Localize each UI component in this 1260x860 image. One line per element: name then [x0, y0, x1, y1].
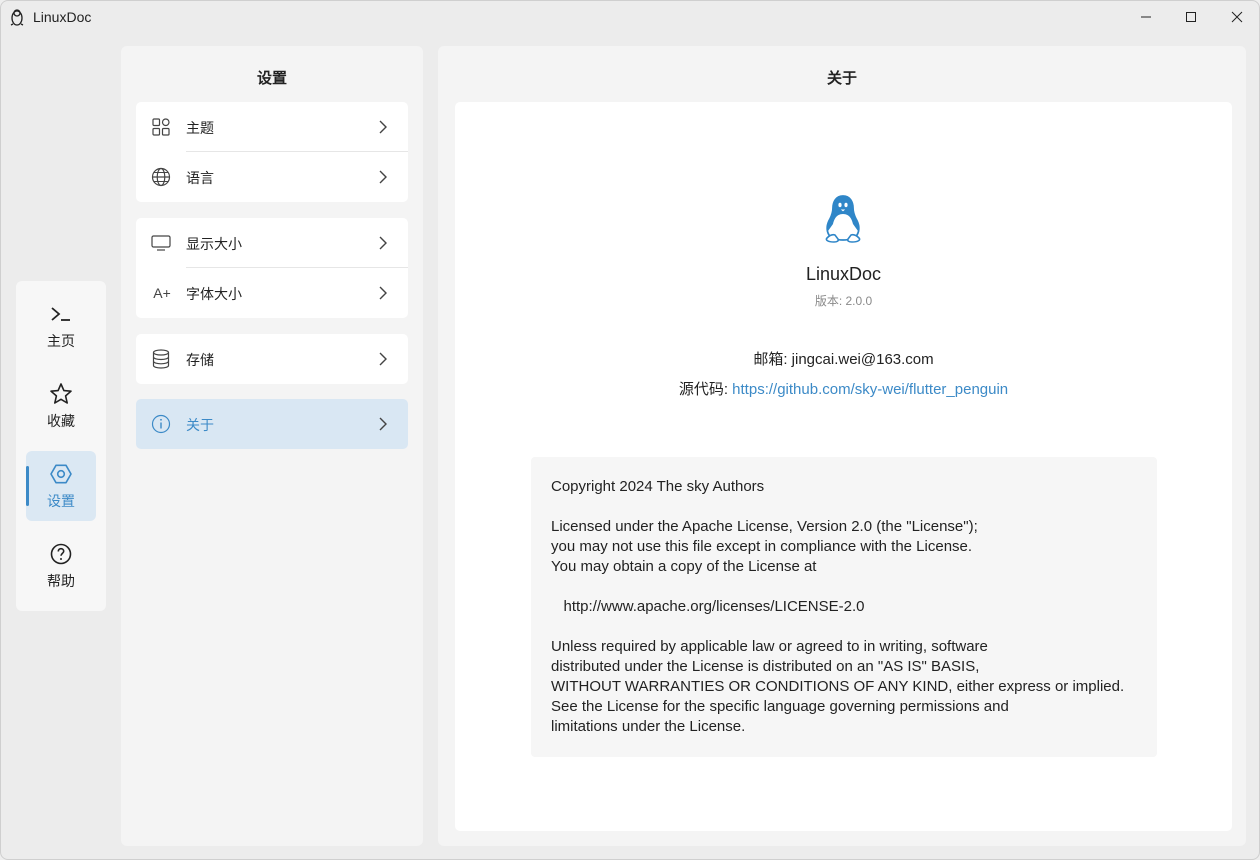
info-icon [151, 414, 171, 434]
settings-group-storage: 存储 [136, 334, 408, 384]
settings-group-appearance: 主题 语言 [136, 102, 408, 202]
license-text-box: Copyright 2024 The sky Authors Licensed … [531, 457, 1157, 757]
monitor-icon [151, 233, 171, 253]
source-code-label: 源代码: [678, 381, 733, 398]
title-bar[interactable]: LinuxDoc [1, 1, 1259, 33]
nav-item-home[interactable]: 主页 [26, 291, 96, 361]
settings-group-about: 关于 [136, 399, 408, 449]
globe-icon [151, 167, 171, 187]
chevron-right-icon [379, 170, 387, 184]
minimize-icon [1141, 16, 1151, 18]
penguin-app-icon [10, 9, 24, 26]
maximize-button[interactable] [1168, 1, 1214, 33]
app-name: LinuxDoc [805, 264, 882, 284]
help-icon [48, 541, 74, 567]
settings-item-label: 字体大小 [186, 286, 242, 302]
settings-item-label: 主题 [186, 120, 214, 136]
minimize-button[interactable] [1123, 1, 1169, 33]
source-code-link[interactable]: https://github.com/sky-wei/flutter_pengu… [732, 381, 1008, 398]
database-icon [151, 349, 171, 369]
license-line: Licensed under the Apache License, Versi… [551, 518, 978, 535]
license-line [551, 497, 1157, 517]
chevron-right-icon [379, 417, 387, 431]
terminal-icon [48, 301, 74, 327]
contact-email: 邮箱: jingcai.wei@163.com [753, 351, 934, 368]
settings-title: 设置 [256, 70, 287, 87]
chevron-right-icon [379, 120, 387, 134]
license-line: Unless required by applicable law or agr… [551, 638, 988, 655]
settings-panel: 设置 主题 语言 显示大小 A+ 字体大小 存储 关于 [121, 46, 423, 846]
license-line: Copyright 2024 The sky Authors [551, 478, 765, 495]
close-button[interactable] [1214, 1, 1259, 33]
about-card: LinuxDoc 版本: 2.0.0 邮箱: jingcai.wei@163.c… [455, 102, 1232, 831]
settings-item-theme[interactable]: 主题 [136, 102, 408, 152]
theme-grid-icon [151, 117, 171, 137]
license-line: distributed under the License is distrib… [551, 658, 980, 675]
license-line: you may not use this file except in comp… [551, 538, 973, 555]
chevron-right-icon [379, 236, 387, 250]
penguin-logo-icon [825, 195, 861, 243]
license-line: WITHOUT WARRANTIES OR CONDITIONS OF ANY … [551, 678, 1125, 695]
maximize-icon [1186, 12, 1196, 22]
license-line [551, 617, 1157, 637]
chevron-right-icon [379, 286, 387, 300]
settings-item-storage[interactable]: 存储 [136, 334, 408, 384]
star-icon [48, 381, 74, 407]
about-panel: 关于 LinuxDoc 版本: 2.0.0 邮箱: jingcai.wei@16… [438, 46, 1246, 846]
settings-item-label: 显示大小 [186, 236, 242, 252]
settings-item-label: 关于 [186, 417, 214, 433]
nav-label: 设置 [47, 493, 75, 509]
settings-icon [48, 461, 74, 487]
settings-item-font-size[interactable]: A+ 字体大小 [136, 268, 408, 318]
window-title: LinuxDoc [33, 9, 92, 25]
nav-item-favorites[interactable]: 收藏 [26, 371, 96, 441]
settings-item-label: 存储 [186, 352, 214, 368]
active-indicator [26, 466, 29, 506]
settings-item-display-size[interactable]: 显示大小 [136, 218, 408, 268]
app-window: LinuxDoc 主页 收藏 设置 帮助 设置 主题 语言 显示大小 A+ 字体… [0, 0, 1260, 860]
about-title: 关于 [826, 70, 857, 87]
license-line: http://www.apache.org/licenses/LICENSE-2… [551, 598, 865, 615]
nav-label: 帮助 [47, 573, 75, 589]
nav-rail: 主页 收藏 设置 帮助 [16, 281, 106, 611]
nav-item-help[interactable]: 帮助 [26, 531, 96, 601]
nav-label: 主页 [47, 333, 75, 349]
nav-item-settings[interactable]: 设置 [26, 451, 96, 521]
close-icon [1231, 11, 1243, 23]
nav-label: 收藏 [47, 413, 75, 429]
settings-item-label: 语言 [186, 170, 214, 186]
settings-item-language[interactable]: 语言 [136, 152, 408, 202]
settings-group-display: 显示大小 A+ 字体大小 [136, 218, 408, 318]
license-line: See the License for the specific languag… [551, 698, 1009, 715]
license-line: You may obtain a copy of the License at [551, 558, 817, 575]
app-version: 版本: 2.0.0 [814, 294, 873, 308]
license-line: limitations under the License. [551, 718, 746, 735]
chevron-right-icon [379, 352, 387, 366]
license-line [551, 577, 1157, 597]
source-code-line: 源代码: https://github.com/sky-wei/flutter_… [455, 378, 1232, 399]
settings-item-about[interactable]: 关于 [136, 399, 408, 449]
font-size-icon: A+ [153, 285, 171, 301]
